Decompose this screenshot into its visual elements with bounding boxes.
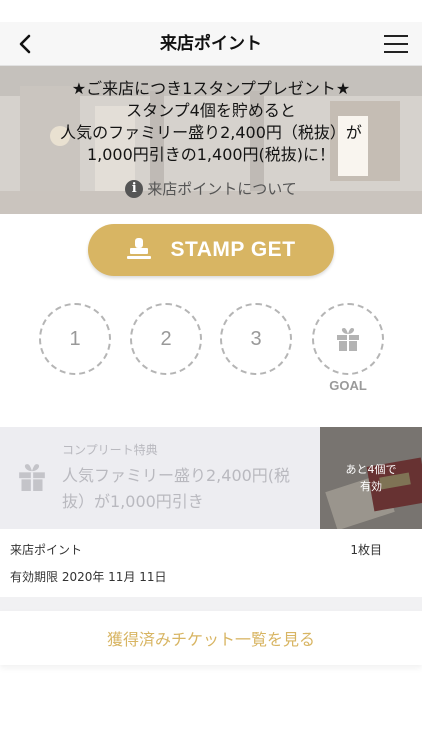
hamburger-icon [384, 35, 408, 37]
ticket-list-link[interactable]: 獲得済みチケット一覧を見る [0, 611, 422, 665]
stamp-slot-2: 2 [130, 303, 202, 375]
reward-description: 人気ファミリー盛り2,400円(税抜）が1,000円引き [62, 466, 291, 511]
about-points-link[interactable]: i 来店ポイントについて [0, 178, 422, 199]
status-bar-area [0, 0, 422, 22]
promo-text: ★ご来店につき1スタンププレゼント★ スタンプ4個を貯めると 人気のファミリー盛… [0, 78, 422, 166]
reward-image: あと4個で 有効 [320, 427, 422, 529]
gift-icon [337, 328, 359, 351]
remaining-badge: あと4個で 有効 [320, 461, 422, 495]
info-icon: i [125, 179, 144, 198]
card-expiry: 有効期限 2020年 11月 11日 [10, 570, 167, 584]
stamp-slot-number: 3 [250, 327, 262, 350]
page-title: 来店ポイント [160, 34, 262, 54]
stamp-slot-number: 1 [69, 327, 81, 350]
remaining-text: あと4個で [345, 463, 397, 476]
goal-label: GOAL [329, 378, 367, 393]
remaining-text: 有効 [360, 480, 382, 493]
stamp-get-button[interactable]: STAMP GET [88, 224, 334, 276]
chevron-left-icon [19, 34, 31, 54]
app-header: 来店ポイント [0, 22, 422, 66]
stamp-icon [127, 238, 152, 259]
reward-caption: コンプリート特典 [62, 443, 158, 457]
promo-line: ★ご来店につき1スタンププレゼント★ [71, 79, 351, 98]
promo-banner: ★ご来店につき1スタンププレゼント★ スタンプ4個を貯めると 人気のファミリー盛… [0, 66, 422, 214]
stamp-slot-number: 2 [160, 327, 172, 350]
point-card-info: 来店ポイント 1枚目 有効期限 2020年 11月 11日 [0, 529, 422, 597]
stamp-slot-goal [312, 303, 384, 375]
stamp-slot-3: 3 [220, 303, 292, 375]
back-button[interactable] [10, 30, 40, 58]
stamp-slot-1: 1 [39, 303, 111, 375]
stamp-get-label: STAMP GET [170, 238, 296, 261]
promo-line: 人気のファミリー盛り2,400円（税抜）が [60, 123, 362, 142]
card-name: 来店ポイント [10, 543, 83, 557]
promo-line: スタンプ4個を貯めると [126, 101, 296, 120]
about-points-label: 来店ポイントについて [147, 180, 297, 198]
menu-button[interactable] [382, 31, 410, 57]
section-divider [0, 597, 422, 611]
gift-icon [19, 464, 45, 491]
complete-reward-card: コンプリート特典 人気ファミリー盛り2,400円(税抜）が1,000円引き あと… [0, 427, 422, 529]
card-count: 1枚目 [350, 543, 382, 557]
promo-line: 1,000円引きの1,400円(税抜)に！ [86, 145, 336, 164]
